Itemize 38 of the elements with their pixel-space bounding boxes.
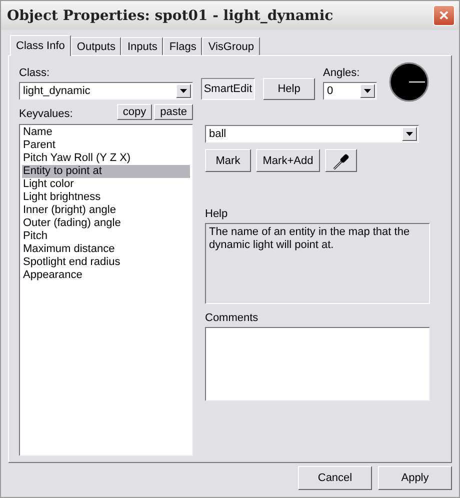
keyvalue-item[interactable]: Pitch [22,230,190,243]
dialog-button[interactable]: Apply [378,466,452,490]
help-label: Help [205,208,229,220]
paste-button[interactable]: paste [154,104,193,120]
angle-dial-icon[interactable] [389,62,429,102]
keyvalue-item[interactable]: Parent [22,139,190,152]
dialog-button[interactable]: Cancel [298,466,372,490]
comments-label: Comments [205,312,260,324]
tab[interactable]: Outputs [70,37,122,55]
tab[interactable]: Inputs [121,37,164,55]
angles-dropdown[interactable]: 0 [323,82,377,100]
comments-field[interactable] [205,327,430,401]
tab[interactable]: Class Info [10,35,71,56]
keyvalue-item[interactable]: Appearance [22,269,190,282]
keyvalue-item[interactable]: Light color [22,178,190,191]
window-title: Object Properties: spot01 - light_dynamic [7,8,334,24]
tab[interactable]: VisGroup [202,37,260,55]
keyvalue-item[interactable]: Spotlight end radius [22,256,190,269]
help-text: The name of an entity in the map that the dynamic light will point at. [205,223,430,304]
eyedropper-button[interactable] [325,149,357,172]
keyvalue-item[interactable]: Light brightness [22,191,190,204]
keyvalue-item[interactable]: Outer (fading) angle [22,217,190,230]
angles-label: Angles: [323,67,361,79]
keyvalue-item[interactable]: Maximum distance [22,243,190,256]
keyvalue-item[interactable]: Entity to point at [22,165,190,178]
smartedit-button[interactable]: SmartEdit [201,78,255,100]
tab[interactable]: Flags [163,37,202,55]
class-dropdown[interactable]: light_dynamic [19,82,193,100]
help-button[interactable]: Help [263,78,315,100]
copy-button[interactable]: copy [116,104,152,120]
keyvalue-item[interactable]: Name [22,126,190,139]
keyvalues-label: Keyvalues: [19,108,73,120]
class-label: Class: [19,67,51,79]
mark-button[interactable]: Mark [205,149,251,172]
value-dropdown[interactable]: ball [205,125,419,143]
mark-add-button[interactable]: Mark+Add [256,149,320,172]
keyvalue-item[interactable]: Pitch Yaw Roll (Y Z X) [22,152,190,165]
keyvalue-item[interactable]: Inner (bright) angle [22,204,190,217]
